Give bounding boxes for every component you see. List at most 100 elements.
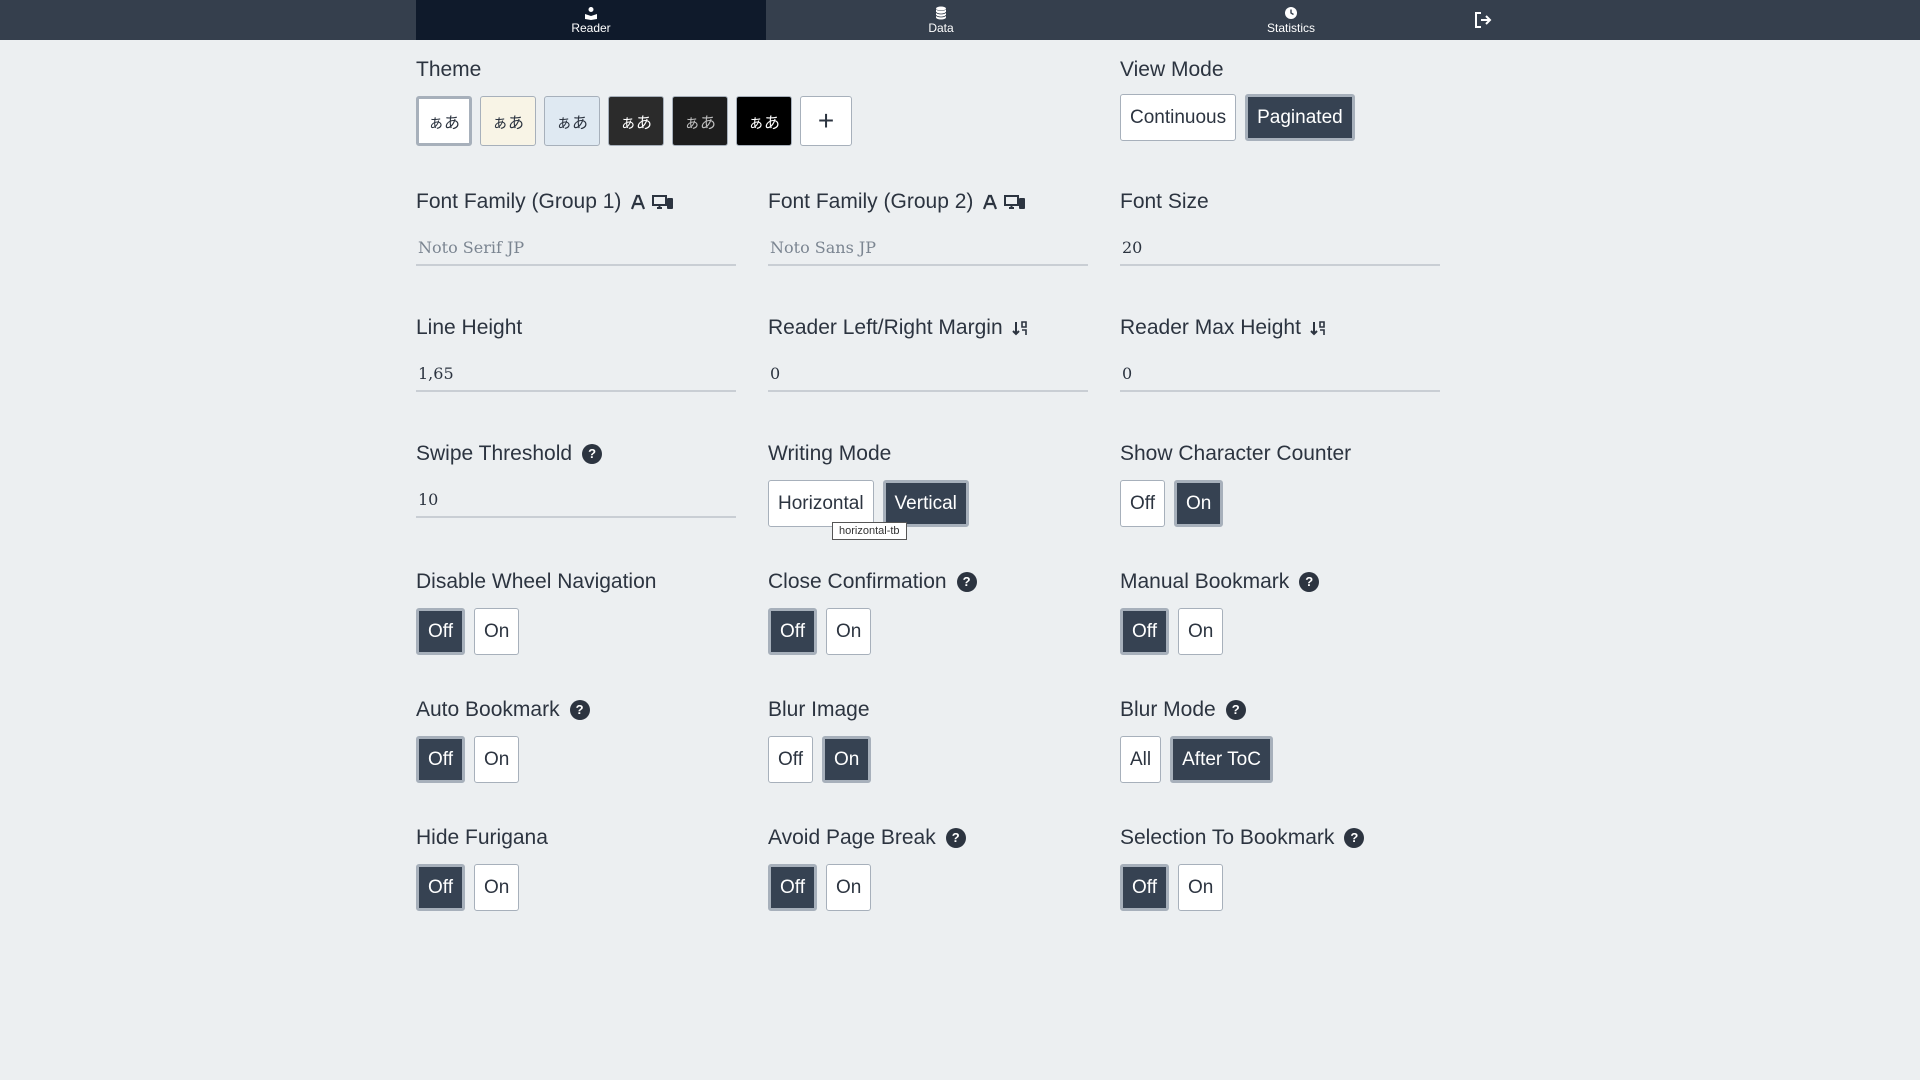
close-confirmation-setting: Close Confirmation ? Off On: [768, 568, 1088, 655]
hide-furigana-setting: Hide Furigana Off On: [416, 824, 736, 911]
max-height-label: Reader Max Height: [1120, 316, 1301, 339]
theme-swatch-5[interactable]: ぁあ: [672, 96, 728, 146]
font-family-1-input[interactable]: [416, 230, 736, 266]
font-family-1-setting: Font Family (Group 1): [416, 188, 736, 266]
max-height-setting: Reader Max Height: [1120, 314, 1440, 392]
font-icon: [983, 194, 998, 210]
font-size-setting: Font Size: [1120, 188, 1440, 266]
help-icon[interactable]: ?: [945, 828, 966, 848]
line-height-label: Line Height: [416, 316, 523, 339]
manual-bookmark-on-button[interactable]: On: [1178, 608, 1224, 655]
character-counter-on-button[interactable]: On: [1174, 480, 1224, 527]
wheel-navigation-setting: Disable Wheel Navigation Off On: [416, 568, 736, 655]
theme-swatches: ぁあ ぁあ ぁあ ぁあ ぁあ ぁあ +: [416, 96, 976, 146]
manual-bookmark-label: Manual Bookmark: [1120, 570, 1290, 593]
wheel-navigation-on-button[interactable]: On: [474, 608, 520, 655]
font-family-1-label: Font Family (Group 1): [416, 190, 622, 213]
blur-image-on-button[interactable]: On: [822, 736, 872, 783]
theme-swatch-6[interactable]: ぁあ: [736, 96, 792, 146]
wheel-navigation-label: Disable Wheel Navigation: [416, 570, 657, 593]
tab-reader-label: Reader: [571, 20, 611, 35]
character-counter-off-button[interactable]: Off: [1120, 480, 1165, 527]
help-icon[interactable]: ?: [1225, 700, 1246, 720]
character-counter-toggle: Off On: [1120, 480, 1440, 527]
help-icon[interactable]: ?: [956, 572, 977, 592]
avoid-page-break-toggle: Off On: [768, 864, 1088, 911]
swipe-threshold-label: Swipe Threshold: [416, 442, 573, 465]
sign-out-icon: [1475, 12, 1492, 28]
view-mode-paginated-button[interactable]: Paginated: [1245, 94, 1355, 141]
line-height-setting: Line Height: [416, 314, 736, 392]
line-height-input[interactable]: [416, 356, 736, 392]
view-mode-continuous-button[interactable]: Continuous: [1120, 94, 1237, 141]
writing-mode-label: Writing Mode: [768, 442, 892, 465]
hide-furigana-on-button[interactable]: On: [474, 864, 520, 911]
hide-furigana-toggle: Off On: [416, 864, 736, 911]
help-icon[interactable]: ?: [582, 444, 603, 464]
desktop-mobile-icon: [1004, 195, 1026, 209]
manual-bookmark-off-button[interactable]: Off: [1120, 608, 1169, 655]
wheel-navigation-toggle: Off On: [416, 608, 736, 655]
auto-bookmark-label: Auto Bookmark: [416, 698, 560, 721]
selection-bookmark-label: Selection To Bookmark: [1120, 826, 1335, 849]
blur-mode-all-button[interactable]: All: [1120, 736, 1162, 783]
font-family-2-setting: Font Family (Group 2): [768, 188, 1088, 266]
font-size-input[interactable]: [1120, 230, 1440, 266]
theme-label: Theme: [416, 58, 482, 81]
avoid-page-break-label: Avoid Page Break: [768, 826, 936, 849]
font-family-2-input[interactable]: [768, 230, 1088, 266]
font-size-label: Font Size: [1120, 190, 1209, 213]
blur-image-setting: Blur Image Off On: [768, 696, 1088, 783]
character-counter-label: Show Character Counter: [1120, 442, 1352, 465]
help-icon[interactable]: ?: [1299, 572, 1320, 592]
book-reader-icon: [585, 6, 597, 20]
clock-icon: [1285, 6, 1297, 19]
help-icon[interactable]: ?: [569, 700, 590, 720]
help-icon[interactable]: ?: [1344, 828, 1365, 848]
theme-swatch-4[interactable]: ぁあ: [608, 96, 664, 146]
close-confirmation-off-button[interactable]: Off: [768, 608, 817, 655]
writing-mode-horizontal-button[interactable]: Horizontal: [768, 480, 874, 527]
close-confirmation-on-button[interactable]: On: [826, 608, 872, 655]
blur-image-off-button[interactable]: Off: [768, 736, 813, 783]
auto-bookmark-off-button[interactable]: Off: [416, 736, 465, 783]
blur-image-toggle: Off On: [768, 736, 1088, 783]
hide-furigana-label: Hide Furigana: [416, 826, 548, 849]
theme-swatch-1[interactable]: ぁあ: [416, 96, 472, 146]
auto-bookmark-on-button[interactable]: On: [474, 736, 520, 783]
margin-label: Reader Left/Right Margin: [768, 316, 1003, 339]
tab-statistics[interactable]: Statistics: [1116, 0, 1466, 40]
theme-setting: Theme ぁあ ぁあ ぁあ ぁあ ぁあ ぁあ +: [416, 56, 976, 146]
manual-bookmark-setting: Manual Bookmark ? Off On: [1120, 568, 1440, 655]
sort-numeric-icon: [1011, 321, 1027, 336]
theme-swatch-3[interactable]: ぁあ: [544, 96, 600, 146]
blur-mode-after-toc-button[interactable]: After ToC: [1170, 736, 1273, 783]
character-counter-setting: Show Character Counter Off On: [1120, 440, 1440, 527]
theme-swatch-2[interactable]: ぁあ: [480, 96, 536, 146]
tab-data-label: Data: [928, 20, 954, 35]
swipe-threshold-input[interactable]: [416, 482, 736, 518]
wheel-navigation-off-button[interactable]: Off: [416, 608, 465, 655]
selection-bookmark-on-button[interactable]: On: [1178, 864, 1224, 911]
hide-furigana-off-button[interactable]: Off: [416, 864, 465, 911]
desktop-mobile-icon: [652, 195, 674, 209]
database-icon: [935, 6, 947, 19]
tab-reader[interactable]: Reader: [416, 0, 766, 40]
auto-bookmark-setting: Auto Bookmark ? Off On: [416, 696, 736, 783]
logout-button[interactable]: [1472, 10, 1494, 30]
selection-bookmark-off-button[interactable]: Off: [1120, 864, 1169, 911]
add-theme-button[interactable]: +: [800, 96, 852, 146]
avoid-page-break-setting: Avoid Page Break ? Off On: [768, 824, 1088, 911]
writing-mode-vertical-button[interactable]: Vertical: [882, 480, 969, 527]
margin-input[interactable]: [768, 356, 1088, 392]
tab-data[interactable]: Data: [766, 0, 1116, 40]
avoid-page-break-on-button[interactable]: On: [826, 864, 872, 911]
avoid-page-break-off-button[interactable]: Off: [768, 864, 817, 911]
margin-setting: Reader Left/Right Margin: [768, 314, 1088, 392]
writing-mode-toggle: Horizontal Vertical: [768, 480, 1088, 527]
swipe-threshold-setting: Swipe Threshold ?: [416, 440, 736, 518]
selection-bookmark-setting: Selection To Bookmark ? Off On: [1120, 824, 1440, 911]
close-confirmation-label: Close Confirmation: [768, 570, 947, 593]
view-mode-setting: View Mode Continuous Paginated: [1120, 56, 1440, 141]
max-height-input[interactable]: [1120, 356, 1440, 392]
